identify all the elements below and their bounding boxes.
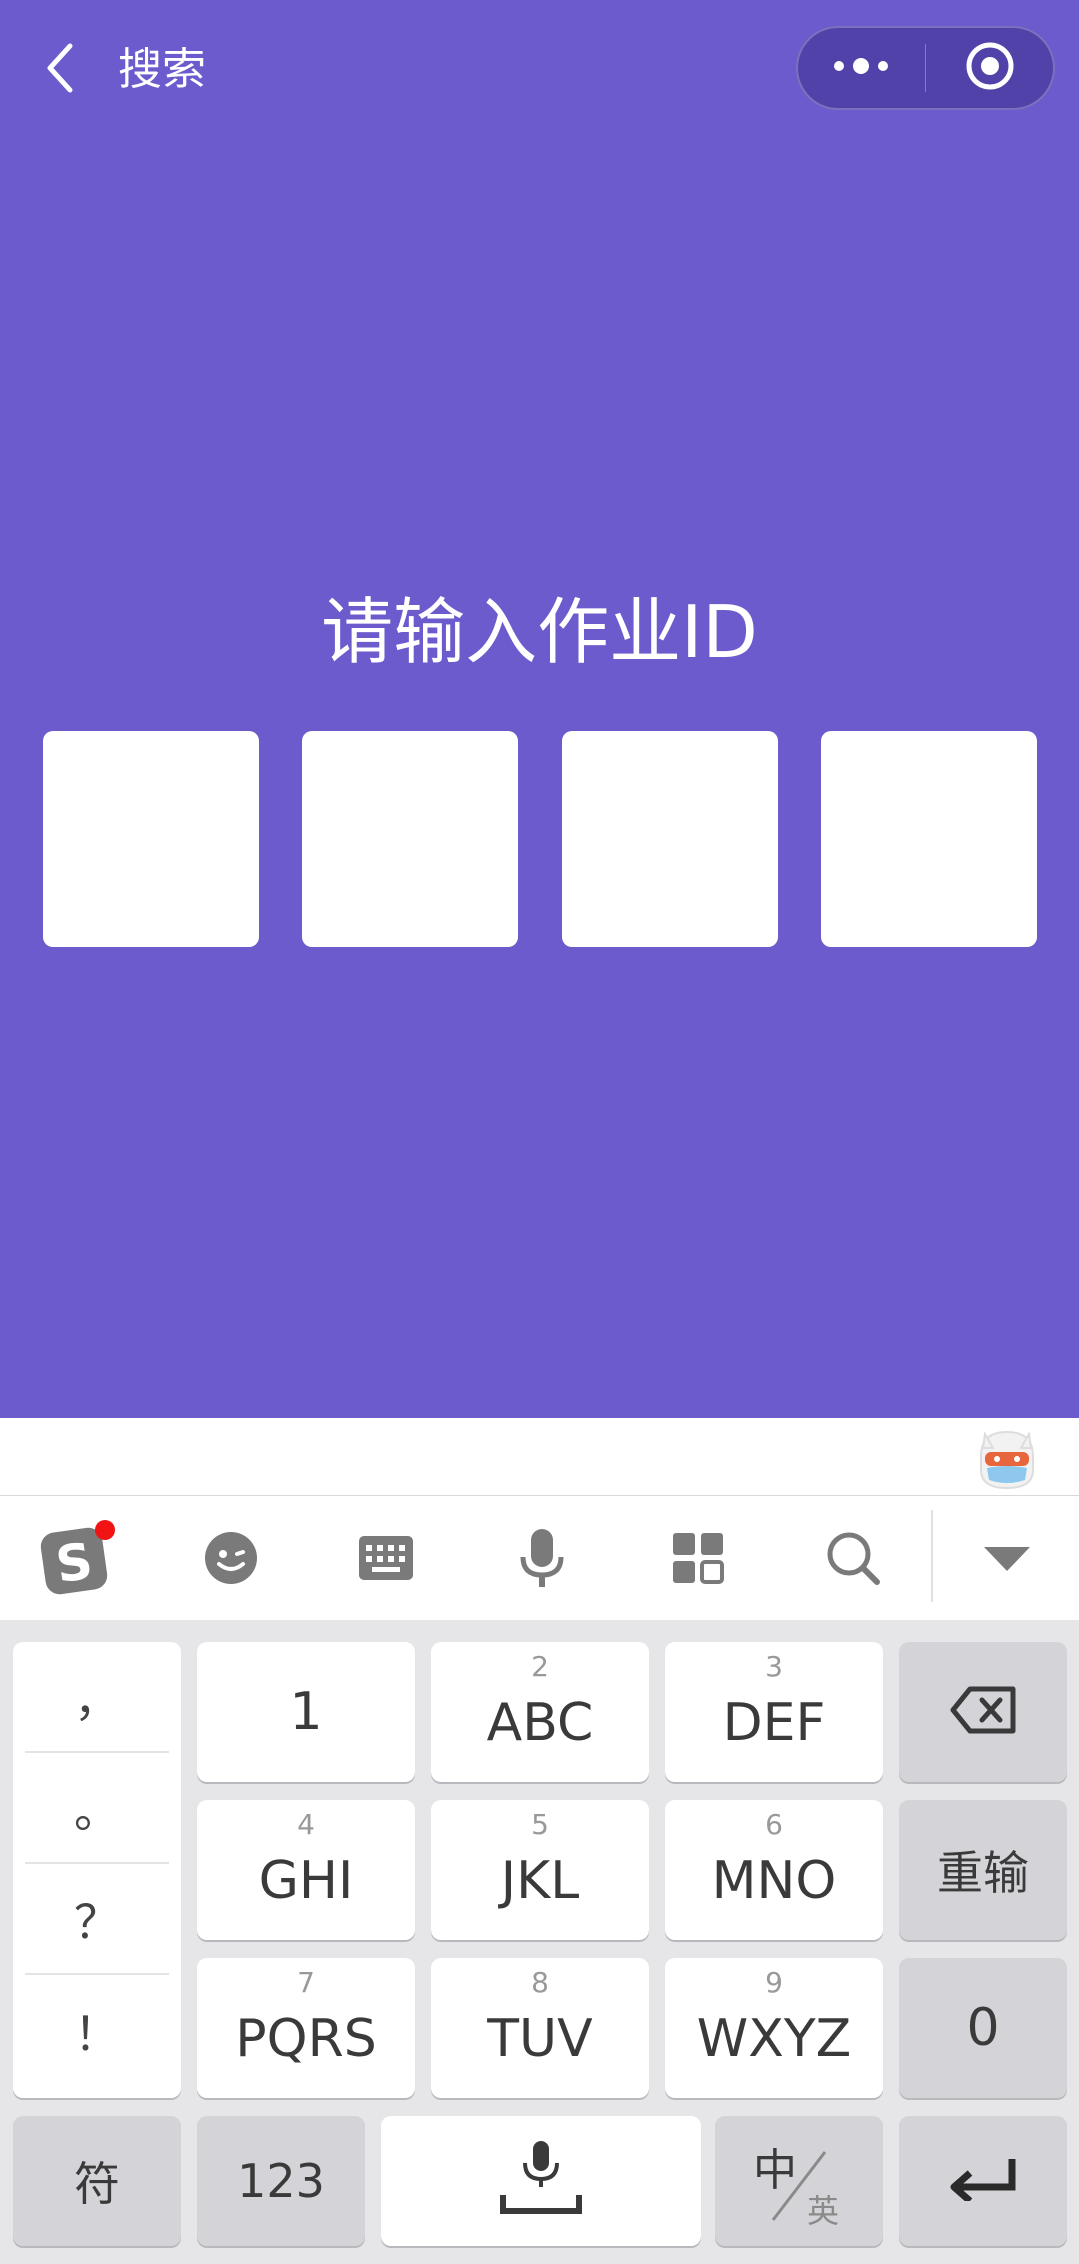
key-tuv[interactable]: 8 TUV [431,1958,649,2098]
page-title: 搜索 [118,44,206,95]
key-0[interactable]: 0 [899,1958,1067,2098]
key-jkl[interactable]: 5 JKL [431,1800,649,1940]
enter-arrow-icon [948,2157,1018,2205]
backspace-icon [950,1686,1016,1738]
symbols-button[interactable]: 符 [13,2116,181,2246]
space-voice-button[interactable] [381,2116,701,2246]
apps-grid-icon[interactable] [643,1496,753,1620]
key-digit: 4 [297,1808,315,1841]
key-letters: DEF [722,1693,826,1753]
key-letters: GHI [258,1851,354,1911]
key-digit: 5 [531,1808,549,1841]
key-digit: 7 [297,1966,315,1999]
backspace-button[interactable] [899,1642,1067,1782]
emoji-icon[interactable] [176,1496,286,1620]
close-miniprogram-button[interactable] [926,28,1053,108]
punct-key-comma[interactable]: ， [25,1642,169,1753]
key-letters: JKL [500,1851,580,1911]
id-digit-box-4[interactable] [820,731,1037,947]
more-button[interactable] [798,28,925,108]
more-dots-icon [831,56,891,80]
app-screen: 搜索 请输入作业ID [0,0,1079,1418]
search-icon[interactable] [798,1496,908,1620]
punct-key-exclaim[interactable]: ！ [25,1975,169,2086]
key-digit: 6 [765,1808,783,1841]
punct-key-period[interactable]: 。 [25,1753,169,1864]
numbers-button[interactable]: 123 [197,2116,365,2246]
candidate-bar [0,1418,1079,1496]
target-circle-icon [964,40,1016,96]
sogou-logo-icon[interactable]: S [22,1496,132,1620]
space-microphone-icon [499,2139,583,2223]
key-letters: PQRS [235,2009,377,2069]
key-pqrs[interactable]: 7 PQRS [197,1958,415,2098]
keyboard-icon[interactable] [331,1496,441,1620]
key-digit: 8 [531,1966,549,1999]
key-letters: ABC [486,1693,594,1753]
punctuation-column: ， 。 ？ ！ [13,1642,181,2098]
miniprogram-capsule [796,26,1055,110]
key-mno[interactable]: 6 MNO [665,1800,883,1940]
enter-button[interactable] [899,2116,1067,2246]
lang-en-label: 英 [807,2192,840,2230]
key-letters: MNO [711,1851,837,1911]
key-digit: 2 [531,1650,549,1683]
key-letters: TUV [487,2009,593,2069]
back-button[interactable] [30,30,90,110]
ime-toolbar: S [0,1496,1079,1620]
key-digit: 3 [765,1650,783,1683]
chevron-left-icon [40,38,80,102]
key-wxyz[interactable]: 9 WXYZ [665,1958,883,2098]
key-ghi[interactable]: 4 GHI [197,1800,415,1940]
id-digit-box-3[interactable] [561,731,778,947]
key-abc[interactable]: 2 ABC [431,1642,649,1782]
toolbar-divider [931,1510,933,1602]
language-toggle-button[interactable]: 中 英 [715,2116,883,2246]
id-digit-box-2[interactable] [302,731,519,947]
id-digit-box-1[interactable] [43,731,259,947]
key-1[interactable]: 1 [197,1642,415,1782]
punct-key-question[interactable]: ？ [25,1864,169,1975]
microphone-icon[interactable] [487,1496,597,1620]
mascot-icon[interactable] [975,1426,1039,1492]
collapse-triangle-icon[interactable] [952,1496,1062,1620]
key-def[interactable]: 3 DEF [665,1642,883,1782]
id-input-group [43,731,1037,947]
key-digit: 9 [765,1966,783,1999]
reinput-button[interactable]: 重输 [899,1800,1067,1940]
id-prompt: 请输入作业ID [321,590,758,674]
key-letters: WXYZ [696,2009,852,2069]
